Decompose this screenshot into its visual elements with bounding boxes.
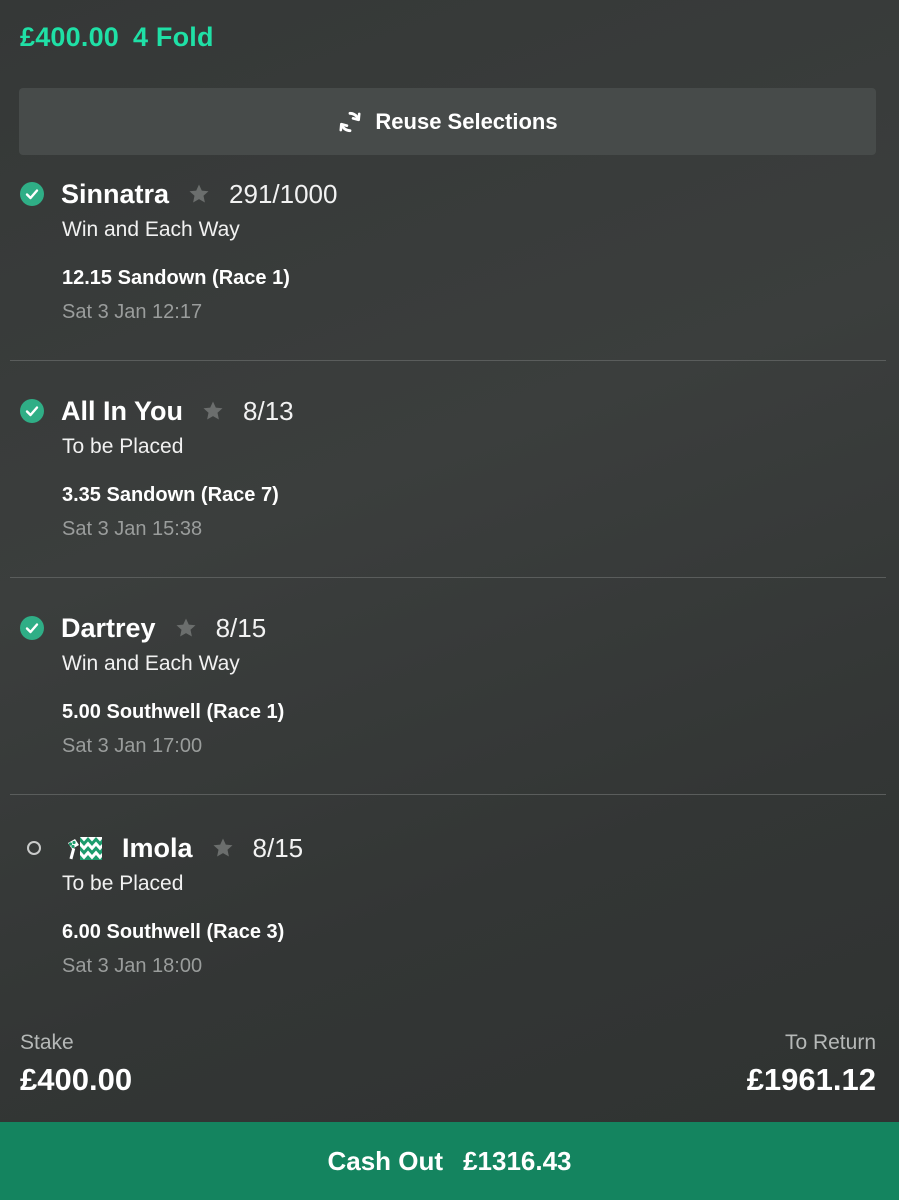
selection-header: Imola 8/15 <box>20 828 303 868</box>
cash-out-label: Cash Out <box>327 1145 444 1176</box>
divider <box>10 577 886 578</box>
selection-odds: 8/15 <box>252 832 304 863</box>
selection-header: All In You 8/13 <box>20 391 294 431</box>
star-icon[interactable] <box>174 616 198 640</box>
cash-out-amount: £1316.43 <box>463 1145 572 1176</box>
bet-type: 4 Fold <box>133 22 214 52</box>
divider <box>10 794 886 795</box>
selection-market: Win and Each Way <box>62 652 240 675</box>
stake-value: £400.00 <box>20 1062 133 1097</box>
selection-event[interactable]: 12.15 Sandown (Race 1) <box>62 267 290 290</box>
refresh-icon <box>339 111 361 132</box>
return-value: £1961.12 <box>746 1062 876 1097</box>
selection-market: To be Placed <box>62 435 184 458</box>
selection-name: All In You <box>61 395 184 426</box>
selection-odds: 291/1000 <box>229 178 338 209</box>
check-icon <box>20 182 44 206</box>
reuse-selections-label: Reuse Selections <box>375 108 558 134</box>
selection-event[interactable]: 5.00 Southwell (Race 1) <box>62 701 284 724</box>
selection-time: Sat 3 Jan 12:17 <box>62 301 203 323</box>
check-icon <box>20 399 44 423</box>
selection-time: Sat 3 Jan 18:00 <box>62 955 203 977</box>
selection-odds: 8/13 <box>243 395 294 426</box>
star-icon[interactable] <box>211 836 235 860</box>
selection-market: Win and Each Way <box>62 218 240 241</box>
selection-name: Sinnatra <box>61 178 170 209</box>
bet-stake: £400.00 <box>20 22 119 52</box>
check-icon <box>20 616 44 640</box>
selection-market: To be Placed <box>62 872 184 895</box>
jockey-silks-icon <box>68 837 102 860</box>
selection-name: Imola <box>122 832 193 863</box>
selection-header: Dartrey 8/15 <box>20 608 266 648</box>
selection-event[interactable]: 3.35 Sandown (Race 7) <box>62 484 279 507</box>
star-icon[interactable] <box>201 399 225 423</box>
return-label: To Return <box>784 1031 876 1054</box>
cash-out-button[interactable]: Cash Out £1316.43 <box>0 1122 899 1200</box>
reuse-selections-button[interactable]: Reuse Selections <box>19 88 876 155</box>
pending-status-icon <box>27 841 41 855</box>
stake-label: Stake <box>20 1031 74 1054</box>
star-icon[interactable] <box>187 182 211 206</box>
selection-odds: 8/15 <box>215 612 267 643</box>
selection-header: Sinnatra 291/1000 <box>20 174 337 214</box>
selection-event[interactable]: 6.00 Southwell (Race 3) <box>62 921 284 944</box>
selection-time: Sat 3 Jan 15:38 <box>62 518 203 540</box>
selection-time: Sat 3 Jan 17:00 <box>62 735 203 757</box>
bet-header: £400.00 4 Fold <box>20 22 214 53</box>
selection-name: Dartrey <box>61 612 156 643</box>
divider <box>10 360 886 361</box>
